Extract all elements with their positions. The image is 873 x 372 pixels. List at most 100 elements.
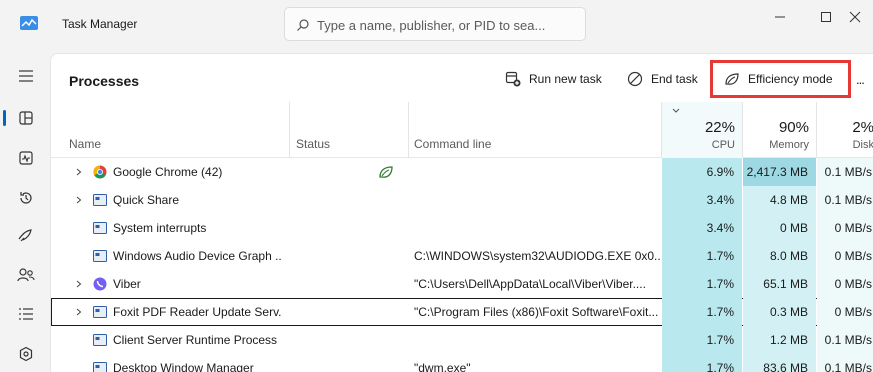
- memory-cell: 4.8 MB: [743, 186, 816, 214]
- nav-menu-toggle[interactable]: [12, 62, 40, 90]
- processes-panel: Processes Run new task End task Efficien…: [50, 53, 873, 372]
- nav-active-indicator: [3, 110, 6, 126]
- disk-cell: 0.1 MB/s: [817, 158, 873, 186]
- chevron-right-icon[interactable]: [75, 280, 83, 288]
- column-divider[interactable]: [408, 102, 409, 158]
- users-icon: [17, 268, 35, 282]
- cpu-cell: 3.4%: [662, 186, 742, 214]
- processes-icon: [19, 111, 33, 125]
- command-line-cell: "C:\Program Files (x86)\Foxit Software\F…: [414, 305, 659, 319]
- memory-cell: 0 MB: [743, 214, 816, 242]
- nav-performance[interactable]: [12, 144, 40, 172]
- run-new-task-label: Run new task: [529, 72, 602, 86]
- nav-startup-apps[interactable]: [12, 221, 40, 249]
- table-row[interactable]: Windows Audio Device Graph ... C:\WINDOWS…: [51, 242, 873, 270]
- memory-cell: 8.0 MB: [743, 242, 816, 270]
- table-row[interactable]: System interrupts 3.4% 0 MB 0 MB/s: [51, 214, 873, 242]
- process-name: Viber: [113, 277, 141, 291]
- disk-cell: 0.1 MB/s: [817, 354, 873, 372]
- command-line-cell: [414, 214, 660, 242]
- app-window-icon: [93, 193, 107, 207]
- minimize-button[interactable]: [757, 0, 803, 34]
- table-header: Name Status Command line 22% CPU 90% Mem…: [51, 102, 873, 158]
- end-task-button[interactable]: End task: [627, 65, 698, 93]
- column-command-line[interactable]: Command line: [414, 137, 491, 151]
- disk-cell: 0 MB/s: [817, 298, 873, 326]
- minimize-icon: [775, 16, 785, 18]
- table-row[interactable]: Client Server Runtime Process 1.7% 1.2 MB 0…: [51, 326, 873, 354]
- maximize-button[interactable]: [803, 0, 849, 34]
- memory-cell: 2,417.3 MB: [743, 158, 816, 186]
- processes-toolbar: Processes Run new task End task Efficien…: [51, 54, 873, 102]
- memory-cell: 83.6 MB: [743, 354, 816, 372]
- process-name: Windows Audio Device Graph ...: [113, 249, 281, 263]
- chevron-right-icon[interactable]: [75, 308, 83, 316]
- column-name[interactable]: Name: [69, 137, 101, 151]
- cpu-cell: 3.4%: [662, 214, 742, 242]
- command-line-cell: [414, 186, 660, 214]
- efficiency-leaf-icon: [379, 166, 393, 178]
- viber-icon: [93, 277, 107, 291]
- table-row[interactable]: Google Chrome (42) 6.9% 2,417.3 MB 0.1 MB/s: [51, 158, 873, 186]
- table-row[interactable]: Viber "C:\Users\Dell\AppData\Local\Viber\…: [51, 270, 873, 298]
- column-memory[interactable]: Memory: [743, 139, 809, 151]
- services-icon: [19, 346, 33, 362]
- navigation-sidebar: [0, 48, 50, 372]
- nav-processes[interactable]: [12, 104, 40, 132]
- cpu-cell: 1.7%: [662, 326, 742, 354]
- disk-cell: 0 MB/s: [817, 214, 873, 242]
- run-new-task-icon: [505, 71, 521, 87]
- title-bar: Task Manager: [0, 0, 873, 48]
- page-title: Processes: [69, 73, 140, 89]
- table-row[interactable]: Desktop Window Manager "dwm.exe" 1.7% 83.6 …: [51, 354, 873, 372]
- memory-cell: 1.2 MB: [743, 326, 816, 354]
- app-window-icon: [93, 221, 107, 235]
- chevron-right-icon[interactable]: [75, 168, 83, 176]
- end-task-icon: [627, 71, 643, 87]
- cpu-cell: 1.7%: [662, 242, 742, 270]
- table-row[interactable]: Quick Share 3.4% 4.8 MB 0.1 MB/s: [51, 186, 873, 214]
- column-status[interactable]: Status: [296, 137, 330, 151]
- table-row[interactable]: Foxit PDF Reader Update Serv... "C:\Progr…: [51, 298, 873, 326]
- search-icon: [297, 19, 309, 31]
- process-list: Google Chrome (42) 6.9% 2,417.3 MB 0.1 MB/s…: [51, 158, 873, 372]
- column-cpu[interactable]: CPU: [662, 139, 735, 151]
- command-line-cell: "dwm.exe": [414, 361, 471, 372]
- efficiency-mode-button[interactable]: Efficiency mode: [724, 65, 833, 93]
- disk-total-percent[interactable]: 2%: [817, 119, 873, 136]
- nav-users[interactable]: [12, 261, 40, 289]
- memory-total-percent[interactable]: 90%: [743, 119, 809, 136]
- nav-app-history[interactable]: [12, 184, 40, 212]
- cpu-total-percent[interactable]: 22%: [662, 119, 735, 136]
- chrome-icon: [93, 165, 107, 179]
- command-line-cell: [414, 326, 660, 354]
- process-name: Quick Share: [113, 193, 180, 207]
- column-disk[interactable]: Disk: [817, 139, 873, 151]
- process-name: Client Server Runtime Process: [113, 333, 278, 347]
- performance-icon: [19, 151, 33, 165]
- search-box[interactable]: [284, 7, 586, 41]
- maximize-icon: [821, 12, 831, 22]
- efficiency-mode-label: Efficiency mode: [748, 72, 833, 86]
- cpu-cell: 1.7%: [662, 354, 742, 372]
- app-title: Task Manager: [62, 17, 138, 31]
- app-window-icon: [93, 305, 107, 319]
- memory-cell: 0.3 MB: [743, 298, 816, 326]
- close-icon: [849, 11, 861, 23]
- chevron-right-icon[interactable]: [75, 196, 83, 204]
- more-options-button[interactable]: ...: [856, 65, 873, 93]
- app-window-icon: [93, 333, 107, 347]
- close-button[interactable]: [849, 0, 873, 34]
- task-manager-app-icon: [20, 16, 38, 30]
- process-name: Desktop Window Manager: [113, 361, 254, 372]
- nav-services[interactable]: [12, 340, 40, 368]
- run-new-task-button[interactable]: Run new task: [505, 65, 602, 93]
- column-divider[interactable]: [289, 102, 290, 158]
- command-line-cell: C:\WINDOWS\system32\AUDIODG.EXE 0x0...: [414, 249, 660, 263]
- nav-details[interactable]: [12, 300, 40, 328]
- command-line-cell: [414, 158, 660, 186]
- more-options-label: ...: [856, 71, 865, 87]
- cpu-cell: 1.7%: [662, 270, 742, 298]
- search-input[interactable]: [317, 14, 579, 36]
- command-line-cell: "C:\Users\Dell\AppData\Local\Viber\Viber…: [414, 277, 646, 291]
